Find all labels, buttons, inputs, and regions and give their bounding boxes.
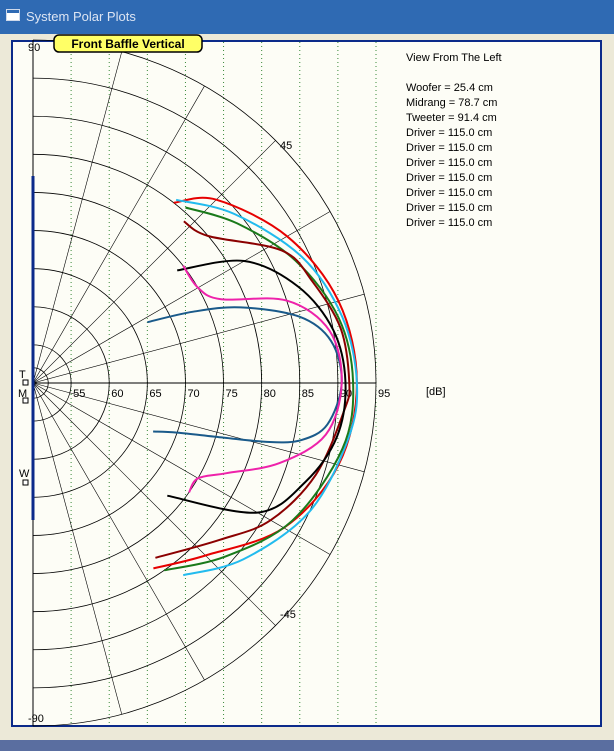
polar-spoke <box>32 293 365 384</box>
polar-spoke <box>32 382 123 715</box>
angle-label-upper-diag: 45 <box>280 140 292 152</box>
angle-label-lower-diag: -45 <box>280 609 296 621</box>
angle-label-bottom: -90 <box>28 713 44 725</box>
tweeter-marker-label: T <box>19 369 26 381</box>
woofer-marker-label: W <box>19 468 30 480</box>
polar-spoke <box>32 140 276 384</box>
r-tick-label: 70 <box>187 388 199 400</box>
r-tick-label: 60 <box>111 388 123 400</box>
r-tick-label: 65 <box>149 388 161 400</box>
r-tick-label: 85 <box>302 388 314 400</box>
polar-grid: 55 60 65 70 75 80 85 90 95 <box>32 39 390 727</box>
polar-plot-window: System Polar Plots 55 60 65 70 75 80 85 90 95 T … <box>0 0 614 751</box>
response-curve <box>147 306 343 444</box>
legend-entry: Midrang = 78.7 cm <box>406 97 497 109</box>
legend-entry: Driver = 115.0 cm <box>406 142 492 154</box>
legend-entry: Driver = 115.0 cm <box>406 217 492 229</box>
plot-title: Front Baffle Vertical <box>71 37 184 51</box>
polar-curves <box>147 196 359 577</box>
woofer-marker <box>22 479 29 486</box>
polar-plot-svg: 55 60 65 70 75 80 85 90 95 T M W 90 45 -45 -90 [… <box>18 34 502 727</box>
r-tick-label: 95 <box>378 388 390 400</box>
view-label: View From The Left <box>406 52 502 64</box>
polar-spoke <box>32 51 123 384</box>
midrange-marker-label: M <box>18 388 27 400</box>
legend-entry: Driver = 115.0 cm <box>406 172 492 184</box>
legend-entry: Tweeter = 91.4 cm <box>406 112 497 124</box>
r-tick-label: 80 <box>264 388 276 400</box>
window-bottom-edge <box>0 740 614 751</box>
r-tick-label: 75 <box>226 388 238 400</box>
polar-spoke <box>32 382 276 626</box>
legend-entry: Driver = 115.0 cm <box>406 202 492 214</box>
legend: Woofer = 25.4 cm Midrang = 78.7 cm Tweet… <box>406 82 497 229</box>
legend-entry: Driver = 115.0 cm <box>406 187 492 199</box>
unit-label: [dB] <box>426 386 446 398</box>
legend-entry: Driver = 115.0 cm <box>406 157 492 169</box>
legend-entry: Driver = 115.0 cm <box>406 127 492 139</box>
response-curve <box>182 265 343 493</box>
r-tick-label: 55 <box>73 388 85 400</box>
legend-entry: Woofer = 25.4 cm <box>406 82 493 94</box>
plot-title-badge: Front Baffle Vertical <box>53 34 203 53</box>
angle-label-top: 90 <box>28 42 40 54</box>
